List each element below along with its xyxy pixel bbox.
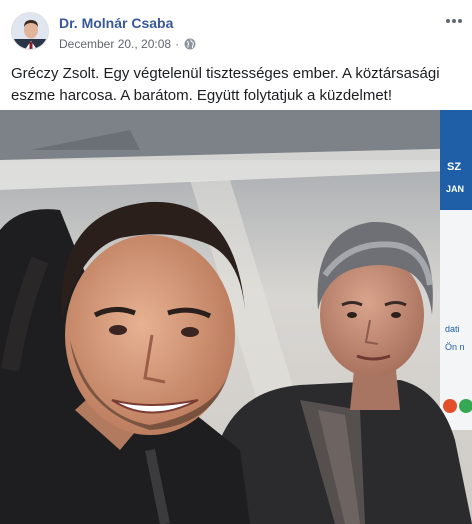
more-options-icon[interactable]	[443, 10, 465, 32]
facebook-post: Dr. Molnár Csaba December 20., 20:08 · G…	[0, 0, 472, 524]
banner-text-2: JAN	[446, 184, 464, 194]
banner-text-1: SZ	[447, 161, 461, 173]
post-header: Dr. Molnár Csaba December 20., 20:08 ·	[0, 0, 472, 58]
author-name-link[interactable]: Dr. Molnár Csaba	[59, 15, 173, 31]
post-text: Gréczy Zsolt. Egy végtelenül tisztessége…	[11, 65, 440, 104]
author-avatar[interactable]	[11, 12, 49, 50]
timestamp-link[interactable]: December 20., 20:08	[59, 37, 171, 51]
post-photo[interactable]: SZ JAN dati Ön n	[0, 110, 472, 524]
post-meta: December 20., 20:08 ·	[59, 37, 196, 51]
banner-text-3: dati	[445, 324, 460, 334]
globe-icon[interactable]	[184, 38, 196, 50]
banner-text-4: Ön n	[445, 342, 465, 352]
meta-separator: ·	[175, 37, 180, 51]
